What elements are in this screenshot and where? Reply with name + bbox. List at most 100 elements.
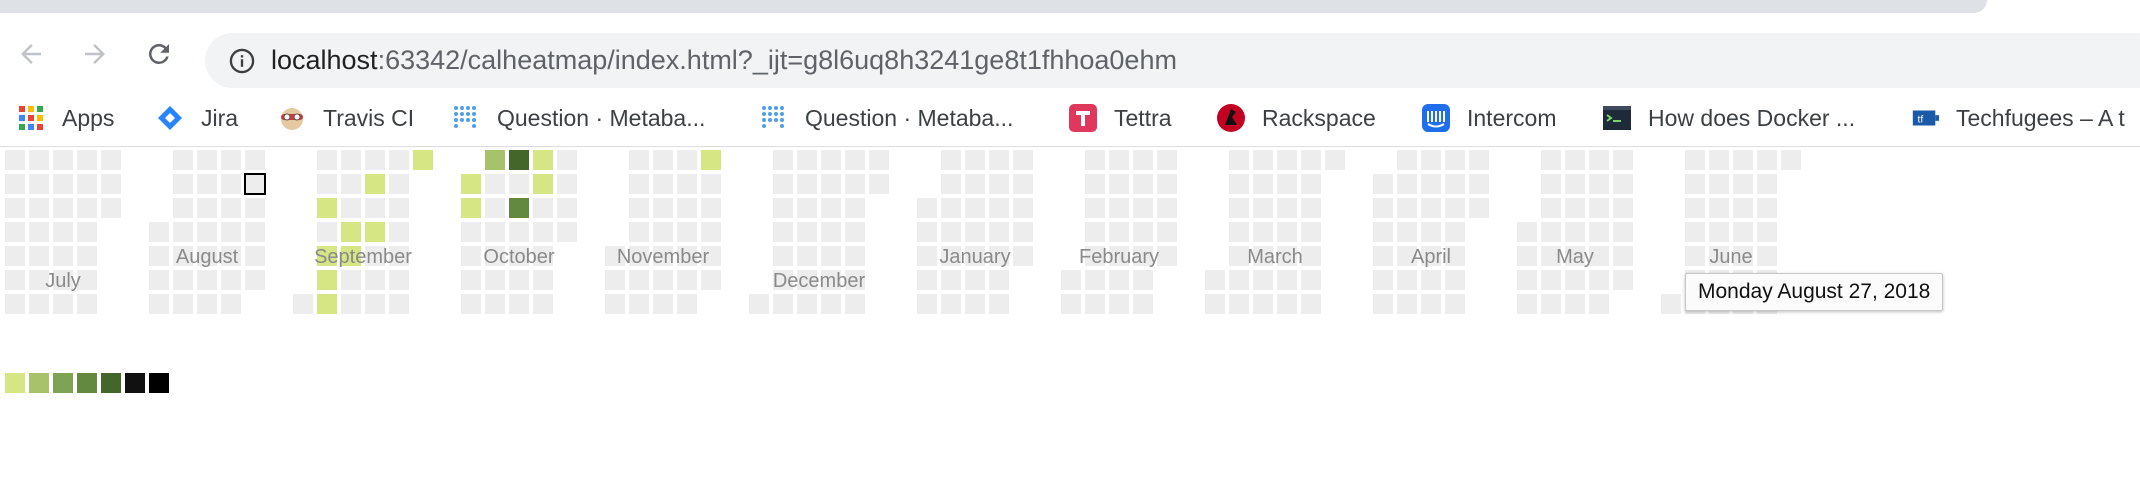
day-cell[interactable] bbox=[341, 222, 361, 242]
day-cell[interactable] bbox=[1253, 150, 1273, 170]
day-cell[interactable] bbox=[5, 222, 25, 242]
day-cell[interactable] bbox=[1589, 222, 1609, 242]
day-cell[interactable] bbox=[29, 198, 49, 218]
day-cell[interactable] bbox=[1781, 150, 1801, 170]
day-cell[interactable] bbox=[989, 294, 1009, 314]
day-cell[interactable] bbox=[29, 174, 49, 194]
day-cell[interactable] bbox=[1421, 198, 1441, 218]
day-cell[interactable] bbox=[1157, 222, 1177, 242]
day-cell[interactable] bbox=[989, 198, 1009, 218]
day-cell[interactable] bbox=[365, 150, 385, 170]
day-cell[interactable] bbox=[77, 222, 97, 242]
day-cell[interactable] bbox=[53, 198, 73, 218]
day-cell[interactable] bbox=[149, 222, 169, 242]
day-cell[interactable] bbox=[1133, 174, 1153, 194]
day-cell[interactable] bbox=[485, 294, 505, 314]
day-cell[interactable] bbox=[1733, 174, 1753, 194]
day-cell[interactable] bbox=[461, 198, 481, 218]
day-cell[interactable] bbox=[1253, 270, 1273, 290]
day-cell[interactable] bbox=[1661, 294, 1681, 314]
day-cell[interactable] bbox=[845, 294, 865, 314]
day-cell[interactable] bbox=[1085, 198, 1105, 218]
day-cell[interactable] bbox=[1301, 174, 1321, 194]
day-cell[interactable] bbox=[1517, 294, 1537, 314]
day-cell[interactable] bbox=[77, 294, 97, 314]
day-cell[interactable] bbox=[221, 294, 241, 314]
day-cell[interactable] bbox=[653, 222, 673, 242]
bookmark-10[interactable]: tf Techfugees – A t bbox=[1910, 90, 2125, 146]
day-cell[interactable] bbox=[413, 150, 433, 170]
day-cell[interactable] bbox=[1085, 174, 1105, 194]
day-cell[interactable] bbox=[701, 150, 721, 170]
day-cell[interactable] bbox=[1301, 294, 1321, 314]
day-cell[interactable] bbox=[173, 174, 193, 194]
day-cell[interactable] bbox=[341, 270, 361, 290]
day-cell[interactable] bbox=[1133, 270, 1153, 290]
day-cell[interactable] bbox=[1709, 198, 1729, 218]
day-cell[interactable] bbox=[221, 270, 241, 290]
day-cell[interactable] bbox=[5, 174, 25, 194]
day-cell[interactable] bbox=[845, 198, 865, 218]
day-cell[interactable] bbox=[1685, 150, 1705, 170]
day-cell[interactable] bbox=[1301, 270, 1321, 290]
day-cell[interactable] bbox=[1157, 150, 1177, 170]
day-cell[interactable] bbox=[1229, 222, 1249, 242]
day-cell[interactable] bbox=[1613, 150, 1633, 170]
bookmark-3[interactable]: Travis CI bbox=[277, 90, 414, 146]
day-cell[interactable] bbox=[1541, 294, 1561, 314]
day-cell[interactable] bbox=[1277, 174, 1297, 194]
day-cell[interactable] bbox=[1109, 150, 1129, 170]
day-cell[interactable] bbox=[1109, 294, 1129, 314]
day-cell[interactable] bbox=[965, 294, 985, 314]
day-cell[interactable] bbox=[1085, 294, 1105, 314]
day-cell[interactable] bbox=[1541, 174, 1561, 194]
day-cell[interactable] bbox=[389, 222, 409, 242]
day-cell[interactable] bbox=[509, 270, 529, 290]
day-cell[interactable] bbox=[677, 150, 697, 170]
site-info-icon[interactable] bbox=[228, 47, 256, 75]
day-cell[interactable] bbox=[821, 150, 841, 170]
day-cell[interactable] bbox=[941, 270, 961, 290]
day-cell[interactable] bbox=[173, 294, 193, 314]
day-cell[interactable] bbox=[941, 198, 961, 218]
day-cell[interactable] bbox=[461, 270, 481, 290]
day-cell[interactable] bbox=[629, 174, 649, 194]
day-cell[interactable] bbox=[965, 150, 985, 170]
day-cell[interactable] bbox=[1757, 222, 1777, 242]
day-cell[interactable] bbox=[821, 174, 841, 194]
day-cell[interactable] bbox=[1757, 174, 1777, 194]
day-cell[interactable] bbox=[797, 222, 817, 242]
day-cell[interactable] bbox=[989, 150, 1009, 170]
day-cell[interactable] bbox=[1613, 198, 1633, 218]
day-cell[interactable] bbox=[797, 246, 817, 266]
day-cell[interactable] bbox=[1133, 222, 1153, 242]
day-cell[interactable] bbox=[197, 150, 217, 170]
day-cell[interactable] bbox=[317, 198, 337, 218]
day-cell[interactable] bbox=[1277, 270, 1297, 290]
day-cell[interactable] bbox=[101, 174, 121, 194]
day-cell[interactable] bbox=[485, 150, 505, 170]
day-cell[interactable] bbox=[1229, 294, 1249, 314]
day-cell[interactable] bbox=[1733, 222, 1753, 242]
day-cell[interactable] bbox=[1445, 222, 1465, 242]
day-cell[interactable] bbox=[1229, 270, 1249, 290]
bookmark-6[interactable]: Tettra bbox=[1068, 90, 1172, 146]
day-cell[interactable] bbox=[1445, 174, 1465, 194]
day-cell[interactable] bbox=[509, 174, 529, 194]
day-cell[interactable] bbox=[317, 222, 337, 242]
day-cell[interactable] bbox=[941, 150, 961, 170]
day-cell[interactable] bbox=[1541, 222, 1561, 242]
day-cell[interactable] bbox=[821, 198, 841, 218]
reload-button[interactable] bbox=[140, 35, 178, 73]
day-cell[interactable] bbox=[389, 150, 409, 170]
day-cell[interactable] bbox=[1109, 198, 1129, 218]
day-cell[interactable] bbox=[389, 174, 409, 194]
day-cell[interactable] bbox=[1565, 294, 1585, 314]
day-cell[interactable] bbox=[173, 222, 193, 242]
day-cell[interactable] bbox=[1421, 270, 1441, 290]
day-cell[interactable] bbox=[1421, 222, 1441, 242]
day-cell[interactable] bbox=[53, 150, 73, 170]
day-cell[interactable] bbox=[1445, 150, 1465, 170]
day-cell[interactable] bbox=[1133, 294, 1153, 314]
day-cell[interactable] bbox=[1373, 270, 1393, 290]
